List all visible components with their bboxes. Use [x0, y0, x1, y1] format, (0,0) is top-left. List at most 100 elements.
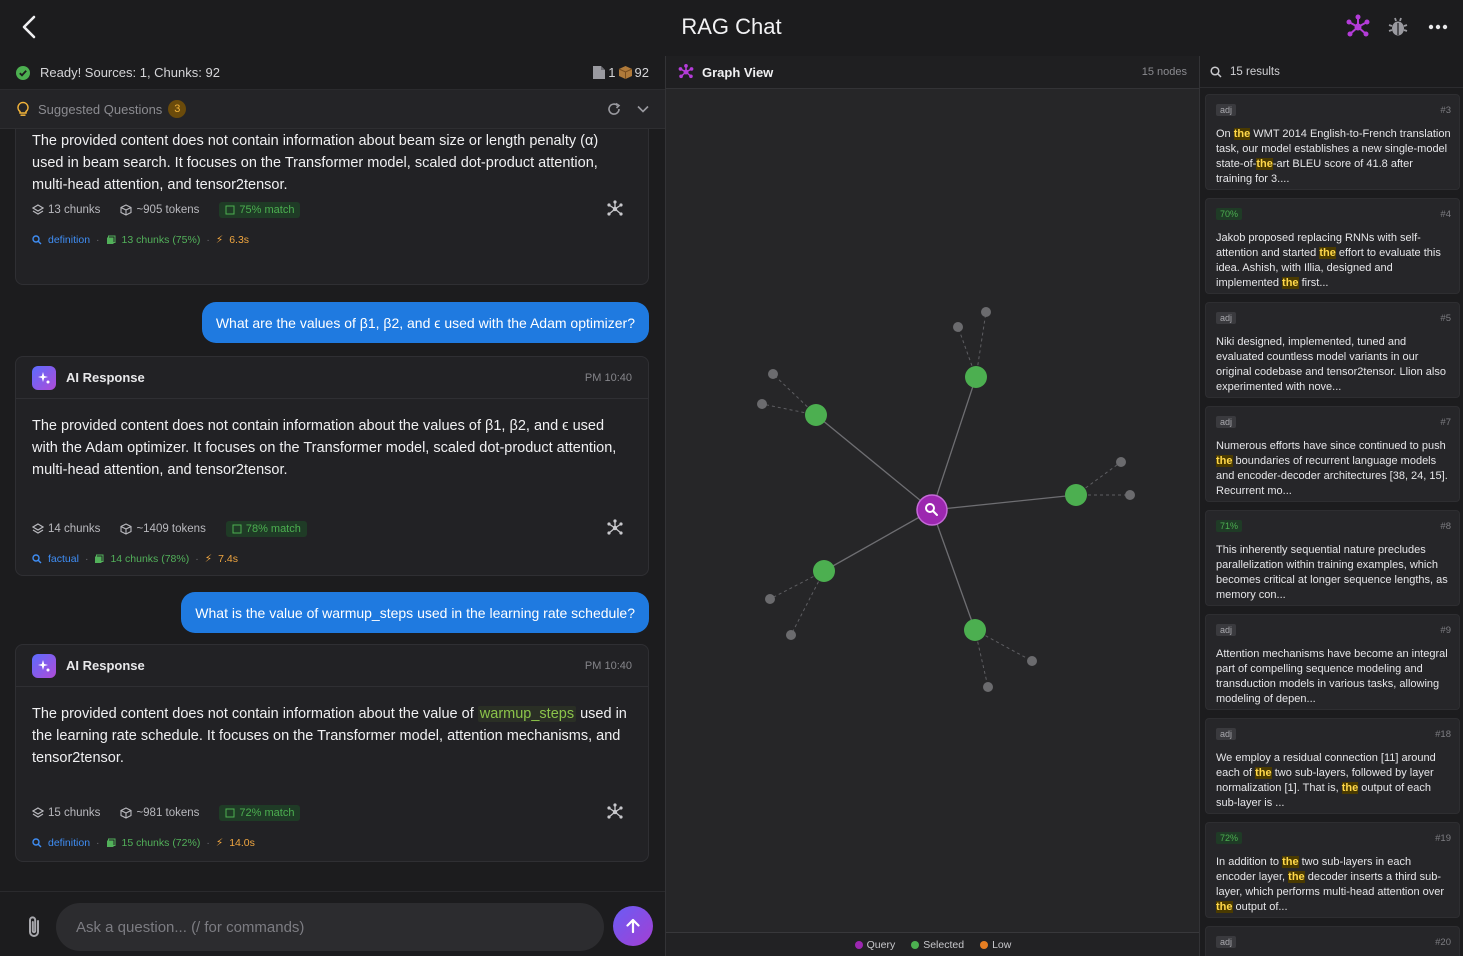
- result-number: #19: [1435, 833, 1451, 844]
- graph-node-minor[interactable]: [757, 399, 767, 409]
- graph-node-minor[interactable]: [1116, 457, 1126, 467]
- graph-node-minor[interactable]: [765, 594, 775, 604]
- ai-response-card: The provided content does not contain in…: [15, 129, 649, 285]
- suggested-questions-label: Suggested Questions: [38, 101, 163, 117]
- match-badge: 72% match: [219, 805, 301, 821]
- copy-icon: [95, 554, 104, 563]
- status-bar: Ready! Sources: 1, Chunks: 92 1 92: [0, 56, 665, 90]
- legend-query: Query: [854, 939, 895, 951]
- chunk-detail: 15 chunks (72%): [121, 837, 201, 849]
- graph-toggle-button[interactable]: [1345, 14, 1371, 40]
- response-time: 6.3s: [229, 234, 250, 246]
- graph-panel: Graph View 15 nodes Query Selected Low: [665, 56, 1200, 956]
- ai-response-card: AI Response PM 10:40 The provided conten…: [15, 644, 649, 862]
- graph-node-selected[interactable]: [965, 366, 987, 388]
- highlight-term: the: [1282, 277, 1299, 289]
- result-card[interactable]: 71% #8 This inherently sequential nature p…: [1205, 510, 1460, 606]
- chat-messages[interactable]: The provided content does not contain in…: [0, 129, 665, 891]
- chunks-meta: 13 chunks: [48, 204, 101, 216]
- ai-response-label: AI Response: [66, 658, 145, 673]
- graph-node-minor[interactable]: [768, 369, 778, 379]
- legend-selected: Selected: [911, 939, 964, 951]
- result-card[interactable]: adj #20: [1205, 926, 1460, 956]
- results-panel: 15 results adj #3 On the WMT 2014 English-…: [1199, 56, 1463, 956]
- results-count: 15 results: [1230, 65, 1280, 78]
- chevron-down-icon[interactable]: [637, 105, 649, 113]
- graph-nodes-icon: [607, 803, 623, 819]
- result-tag: 71%: [1216, 520, 1243, 532]
- graph-node-minor[interactable]: [1027, 656, 1037, 666]
- result-card[interactable]: adj #3 On the WMT 2014 English-to-French t…: [1205, 94, 1460, 190]
- top-header: RAG Chat: [0, 0, 1463, 56]
- graph-node-minor[interactable]: [983, 682, 993, 692]
- debug-button[interactable]: [1385, 14, 1411, 40]
- response-meta: 14 chunks ~1409 tokens 78% match: [32, 521, 307, 537]
- sources-count: 1: [608, 65, 616, 80]
- result-card[interactable]: adj #9 Attention mechanisms have become an…: [1205, 614, 1460, 710]
- ai-response-header: AI Response PM 10:40: [16, 357, 648, 399]
- ai-response-card: AI Response PM 10:40 The provided conten…: [15, 356, 649, 576]
- graph-node-selected[interactable]: [1065, 484, 1087, 506]
- suggested-questions-bar[interactable]: Suggested Questions 3: [0, 90, 665, 129]
- chunk-detail: 14 chunks (78%): [110, 553, 190, 565]
- chart-icon: [232, 524, 242, 534]
- timestamp: PM 10:40: [584, 659, 632, 672]
- document-icon: [593, 66, 606, 79]
- result-snippet: On the WMT 2014 English-to-French transl…: [1216, 128, 1451, 185]
- result-card[interactable]: adj #18 We employ a residual connection [1…: [1205, 718, 1460, 814]
- response-time: 14.0s: [229, 837, 255, 849]
- bug-icon: [1388, 17, 1408, 36]
- result-card[interactable]: adj #7 Numerous efforts have since continu…: [1205, 406, 1460, 502]
- user-message: What is the value of warmup_steps used i…: [181, 592, 649, 633]
- page-title: RAG Chat: [681, 14, 782, 39]
- result-snippet: In addition to the two sub-layers in eac…: [1216, 856, 1445, 913]
- sparkles-icon: [32, 365, 56, 390]
- highlight-term: the: [1319, 247, 1336, 259]
- show-graph-button[interactable]: [604, 517, 626, 539]
- send-button[interactable]: [613, 906, 653, 946]
- graph-node-minor[interactable]: [786, 630, 796, 640]
- match-badge: 75% match: [219, 202, 301, 218]
- graph-node-selected[interactable]: [805, 404, 827, 426]
- chat-panel: Ready! Sources: 1, Chunks: 92 1 92 Sugge…: [0, 56, 665, 956]
- search-icon: [32, 235, 42, 245]
- refresh-icon[interactable]: [607, 102, 621, 116]
- tokens-meta: ~1409 tokens: [136, 523, 206, 535]
- result-tag: adj: [1216, 624, 1237, 636]
- result-card[interactable]: 72% #19 In addition to the two sub-layers …: [1205, 822, 1460, 918]
- response-detail: factual · 14 chunks (78%) · ⚡ 7.4s: [32, 553, 238, 565]
- layers-icon: [32, 523, 44, 534]
- query-type: definition: [48, 837, 91, 849]
- status-text: Ready! Sources: 1, Chunks: 92: [40, 65, 220, 80]
- arrow-up-icon: [626, 918, 640, 934]
- graph-title: Graph View: [702, 64, 774, 80]
- show-graph-button[interactable]: [604, 801, 626, 823]
- paperclip-icon[interactable]: [22, 914, 46, 940]
- chart-icon: [225, 205, 235, 215]
- graph-node-minor[interactable]: [981, 307, 991, 317]
- layers-icon: [32, 807, 44, 818]
- graph-node-minor[interactable]: [1125, 490, 1135, 500]
- network-icon: [1346, 14, 1370, 37]
- copy-icon: [106, 235, 116, 244]
- graph-canvas[interactable]: [666, 89, 1200, 932]
- more-button[interactable]: [1425, 14, 1451, 40]
- package-icon: [618, 66, 632, 79]
- result-tag: adj: [1216, 936, 1237, 948]
- graph-node-selected[interactable]: [964, 619, 986, 641]
- graph-node-minor[interactable]: [953, 322, 963, 332]
- highlight-term: the: [1288, 871, 1305, 883]
- rag-chat-app: RAG Chat Ready! Sources: 1, Chunks: 92 1…: [0, 0, 1463, 956]
- response-detail: definition · 13 chunks (75%) · ⚡ 6.3s: [32, 234, 249, 246]
- graph-node-query[interactable]: [916, 494, 948, 526]
- ai-response-text: The provided content does not contain in…: [32, 706, 627, 766]
- match-badge: 78% match: [225, 521, 307, 537]
- graph-node-selected[interactable]: [813, 560, 835, 582]
- result-card[interactable]: adj #5 Niki designed, implemented, tuned a…: [1205, 302, 1460, 398]
- ai-response-text: The provided content does not contain in…: [32, 133, 599, 193]
- graph-edge: [815, 414, 933, 511]
- chunk-detail: 13 chunks (75%): [121, 234, 201, 246]
- show-graph-button[interactable]: [604, 198, 626, 220]
- result-card[interactable]: 70% #4 Jakob proposed replacing RNNs with …: [1205, 198, 1460, 294]
- ask-input[interactable]: [56, 903, 604, 951]
